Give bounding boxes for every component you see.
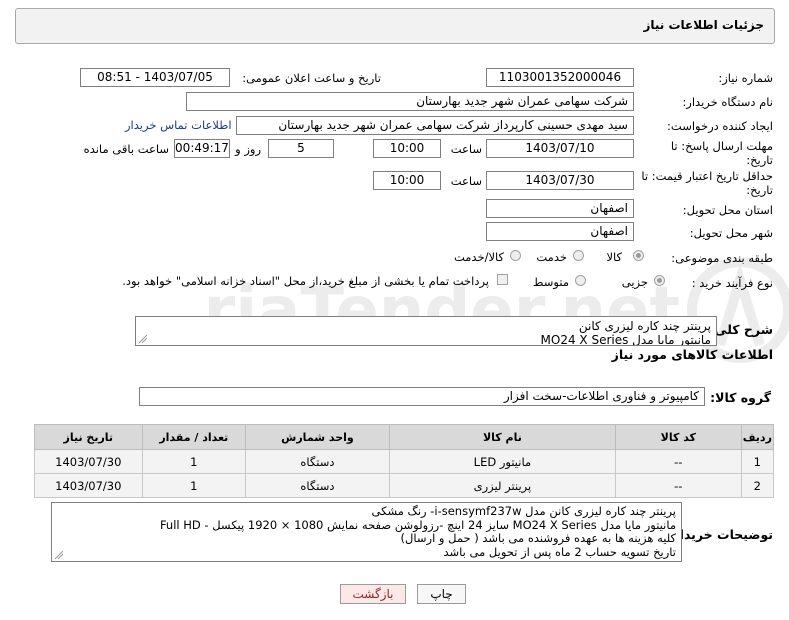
category-radio-service[interactable]	[573, 250, 584, 261]
cell-row: 1	[740, 449, 775, 474]
table-row: 2 -- پرینتر لیزری دستگاه 1 1403/07/30	[34, 473, 775, 498]
remaining-label: ساعت باقی مانده	[83, 142, 169, 156]
header-panel: جزئیات اطلاعات نیاز	[15, 8, 775, 44]
cell-date: 1403/07/30	[34, 473, 143, 498]
category-option-goods-service: کالا/خدمت	[453, 250, 504, 264]
creator-label: ایجاد کننده درخواست:	[667, 119, 773, 133]
validity-time-label: ساعت	[450, 174, 482, 188]
city-label: شهر محل تحویل:	[689, 226, 773, 240]
buyer-notes-label: توضیحات خریدار:	[667, 527, 773, 542]
items-table-header: ردیف کد کالا نام کالا واحد شمارش تعداد /…	[34, 424, 775, 450]
category-option-service: خدمت	[536, 250, 567, 264]
buyer-notes-line-4: تاریخ تسویه حساب 2 ماه پس از تحویل می با…	[443, 544, 677, 559]
province-label: استان محل تحویل:	[682, 203, 773, 217]
city-field: اصفهان	[486, 222, 634, 241]
buyer-notes-textarea: پرینتر چند کاره لیزری کانن مدل i-sensymf…	[51, 502, 682, 562]
need-number-label: شماره نیاز:	[718, 71, 773, 85]
col-header-code: کد کالا	[614, 424, 742, 450]
goods-section-title: اطلاعات کالاهای مورد نیاز	[611, 347, 773, 362]
cell-qty: 1	[141, 449, 247, 474]
validity-label: حداقل تاریخ اعتبار قیمت: تا	[641, 169, 773, 183]
col-header-name: نام کالا	[388, 424, 616, 450]
cell-code: --	[614, 473, 742, 498]
cell-unit: دستگاه	[245, 473, 390, 498]
goods-group-field: کامپیوتر و فناوری اطلاعات-سخت افزار	[139, 387, 705, 406]
col-header-date: تاریخ نیاز	[34, 424, 143, 450]
contact-buyer-link[interactable]: اطلاعات تماس خریدار	[125, 118, 232, 132]
announce-label: تاریخ و ساعت اعلان عمومی:	[242, 71, 381, 85]
process-radio-medium[interactable]	[575, 275, 586, 286]
deadline-time-field: 10:00	[373, 139, 441, 158]
validity-label-date: تاریخ:	[746, 183, 773, 197]
buyer-org-label: نام دستگاه خریدار:	[682, 95, 773, 109]
category-radio-goods-service[interactable]	[510, 250, 521, 261]
cell-row: 2	[740, 473, 775, 498]
province-field: اصفهان	[486, 199, 634, 218]
buyer-notes-line-2: مانیتور مایا مدل MO24 X Series سایز 24 ا…	[159, 517, 676, 532]
process-label: نوع فرآیند خرید :	[691, 276, 773, 290]
treasury-checkbox[interactable]	[497, 274, 508, 285]
process-option-minor: جزیی	[621, 275, 648, 289]
summary-line-2: مانیتور مایا مدل MO24 X Series	[540, 333, 711, 346]
page-title: جزئیات اطلاعات نیاز	[643, 18, 764, 32]
buyer-org-field: شرکت سهامی عمران شهر جدید بهارستان	[186, 92, 634, 111]
creator-field: سید مهدی حسینی کارپرداز شرکت سهامی عمران…	[236, 116, 634, 135]
cell-code: --	[614, 449, 742, 474]
col-header-qty: تعداد / مقدار	[141, 424, 247, 450]
table-row: 1 -- مانیتور LED دستگاه 1 1403/07/30	[34, 449, 775, 474]
cell-name: مانیتور LED	[388, 449, 616, 474]
deadline-label-date: تاریخ:	[746, 153, 773, 167]
resize-handle-icon[interactable]	[55, 551, 63, 559]
cell-date: 1403/07/30	[34, 449, 143, 474]
days-field: 5	[268, 139, 334, 158]
col-header-row: ردیف	[740, 424, 775, 450]
deadline-date-field: 1403/07/10	[486, 139, 634, 158]
buyer-notes-line-1: پرینتر چند کاره لیزری کانن مدل i-sensymf…	[371, 504, 676, 518]
items-table: ردیف کد کالا نام کالا واحد شمارش تعداد /…	[34, 424, 775, 498]
validity-date-field: 1403/07/30	[486, 171, 634, 190]
process-option-medium: متوسط	[532, 275, 569, 289]
resize-handle-icon[interactable]	[139, 335, 147, 343]
payment-note: پرداخت تمام یا بخشی از مبلغ خرید،از محل …	[122, 274, 489, 288]
days-label: روز و	[235, 142, 261, 156]
col-header-unit: واحد شمارش	[245, 424, 390, 450]
remaining-time-field: 00:49:17	[174, 139, 230, 158]
category-option-goods: کالا	[606, 250, 622, 264]
print-button[interactable]: چاپ	[417, 584, 466, 604]
cell-qty: 1	[141, 473, 247, 498]
back-button[interactable]: بازگشت	[340, 584, 406, 604]
cell-unit: دستگاه	[245, 449, 390, 474]
cell-name: پرینتر لیزری	[388, 473, 616, 498]
category-label: طبقه بندی موضوعی:	[671, 251, 773, 265]
summary-line-1: پرینتر چند کاره لیزری کانن	[578, 319, 711, 333]
announce-field: 1403/07/05 - 08:51	[80, 68, 230, 87]
process-radio-minor[interactable]	[654, 275, 665, 286]
deadline-label: مهلت ارسال پاسخ: تا	[670, 139, 773, 153]
deadline-time-label: ساعت	[450, 142, 482, 156]
summary-textarea: پرینتر چند کاره لیزری کانن مانیتور مایا …	[135, 316, 717, 346]
buyer-notes-line-3: کلیه هزینه ها به عهده فروشنده می باشد ( …	[400, 531, 676, 545]
category-radio-goods[interactable]	[633, 250, 644, 261]
validity-time-field: 10:00	[373, 171, 441, 190]
goods-group-label: گروه کالا:	[710, 390, 771, 405]
need-number-field: 1103001352000046	[486, 68, 634, 87]
